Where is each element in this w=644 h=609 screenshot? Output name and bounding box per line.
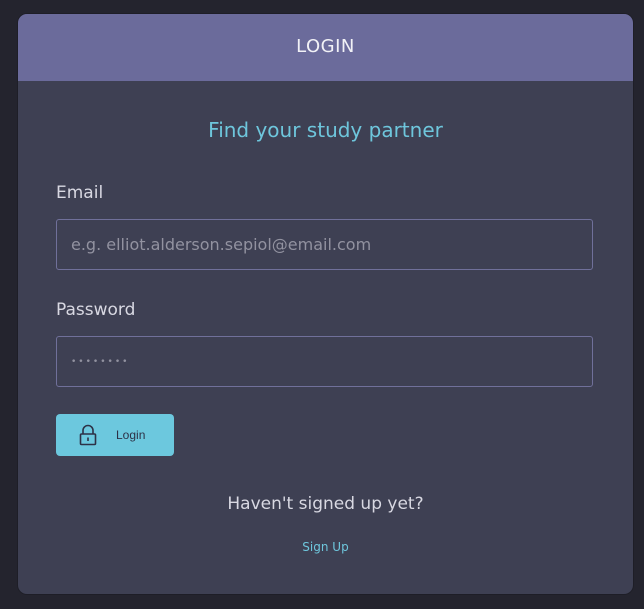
card-header: LOGIN — [18, 14, 633, 81]
subtitle: Find your study partner — [208, 118, 443, 142]
password-label: Password — [56, 300, 136, 320]
lock-icon — [78, 424, 98, 446]
signup-link[interactable]: Sign Up — [18, 540, 633, 554]
password-field[interactable] — [56, 336, 593, 387]
email-field[interactable] — [56, 219, 593, 270]
page-title: LOGIN — [296, 36, 355, 57]
login-button[interactable]: Login — [56, 414, 174, 456]
email-label: Email — [56, 183, 104, 203]
login-card: LOGIN Find your study partner Email Pass… — [18, 14, 633, 594]
signup-prompt: Haven't signed up yet? — [227, 494, 424, 514]
login-button-label: Login — [116, 428, 146, 442]
